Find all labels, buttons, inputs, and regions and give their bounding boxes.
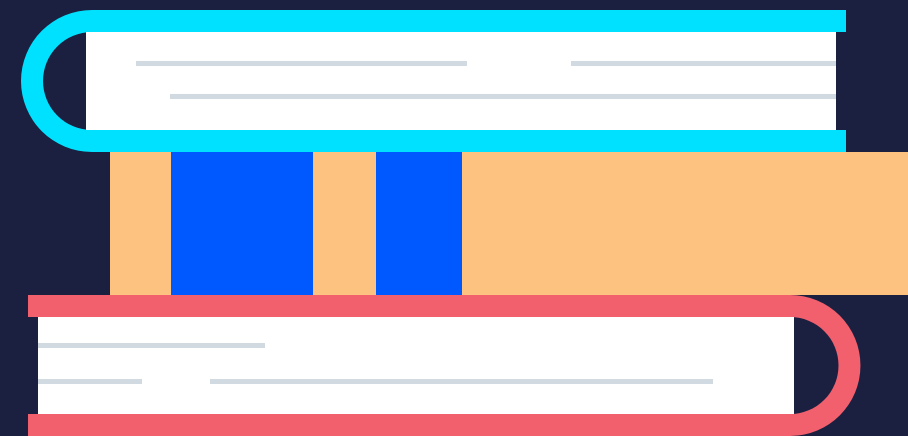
bottom-book-pages xyxy=(38,317,794,414)
top-book xyxy=(21,10,846,152)
top-book-cover-edge-top xyxy=(780,10,846,32)
page-line xyxy=(571,61,836,66)
top-book-cover-edge-bottom xyxy=(780,130,846,152)
page-line xyxy=(38,343,265,348)
book-stack-illustration xyxy=(0,0,908,436)
middle-book-stripe-narrow xyxy=(376,152,462,295)
page-line xyxy=(38,379,142,384)
bottom-book xyxy=(28,295,861,436)
bottom-book-cover-edge-top xyxy=(28,295,96,317)
middle-book-stripe-wide xyxy=(171,152,313,295)
top-book-pages xyxy=(86,32,836,130)
middle-book xyxy=(110,152,908,295)
page-line xyxy=(210,379,713,384)
book-stack-svg xyxy=(0,0,908,436)
page-line xyxy=(136,61,467,66)
page-line xyxy=(170,94,836,99)
